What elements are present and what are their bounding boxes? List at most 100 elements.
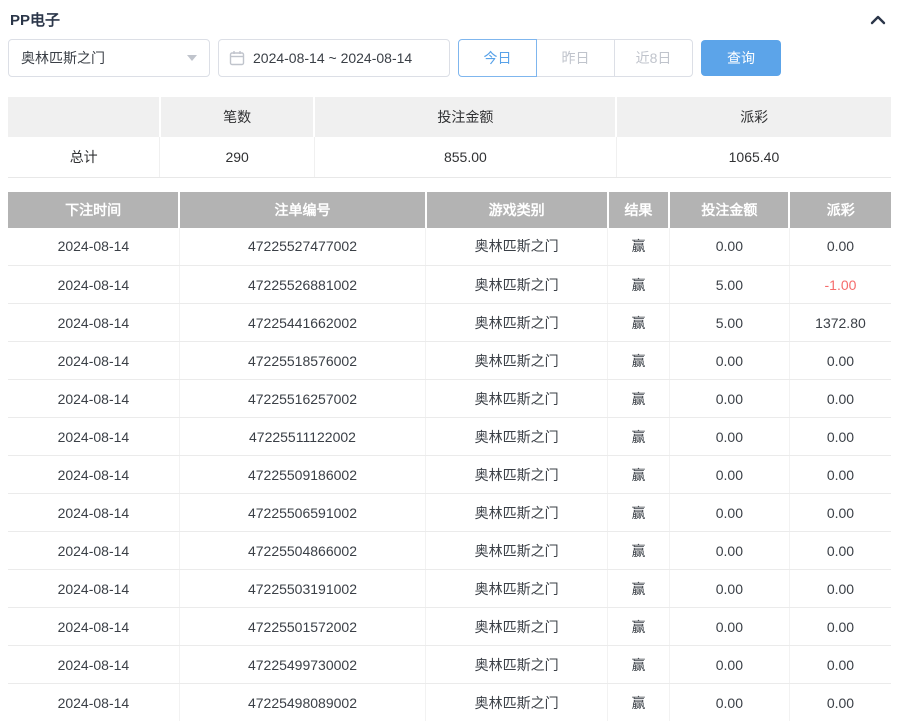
header-game-type: 游戏类别 [426, 192, 608, 228]
result-cell: 赢 [608, 418, 670, 456]
bet-time-cell: 2024-08-14 [8, 608, 179, 646]
bet-id-cell: 47225506591002 [179, 494, 425, 532]
payout-cell: 0.00 [789, 228, 891, 266]
game-type-cell: 奥林匹斯之门 [426, 304, 608, 342]
date-range-input[interactable]: 2024-08-14 ~ 2024-08-14 [218, 39, 450, 77]
game-select[interactable]: 奥林匹斯之门 [8, 39, 210, 77]
bet-time-cell: 2024-08-14 [8, 418, 179, 456]
header-bet-amount: 投注金额 [669, 192, 789, 228]
result-cell: 赢 [608, 570, 670, 608]
payout-cell: -1.00 [789, 266, 891, 304]
bet-amount-cell: 0.00 [669, 532, 789, 570]
query-button[interactable]: 查询 [701, 40, 781, 76]
bet-amount-cell: 0.00 [669, 494, 789, 532]
collapse-button[interactable] [867, 9, 889, 31]
result-cell: 赢 [608, 228, 670, 266]
game-type-cell: 奥林匹斯之门 [426, 646, 608, 684]
game-type-cell: 奥林匹斯之门 [426, 684, 608, 721]
chevron-up-icon [870, 15, 886, 25]
result-cell: 赢 [608, 532, 670, 570]
game-type-cell: 奥林匹斯之门 [426, 266, 608, 304]
bet-time-cell: 2024-08-14 [8, 646, 179, 684]
bet-id-cell: 47225509186002 [179, 456, 425, 494]
result-cell: 赢 [608, 456, 670, 494]
table-row: 2024-08-1447225526881002奥林匹斯之门赢5.00-1.00 [8, 266, 891, 304]
bet-time-cell: 2024-08-14 [8, 570, 179, 608]
game-type-cell: 奥林匹斯之门 [426, 380, 608, 418]
table-row: 2024-08-1447225518576002奥林匹斯之门赢0.000.00 [8, 342, 891, 380]
header-bet-id: 注单编号 [179, 192, 425, 228]
payout-cell: 0.00 [789, 608, 891, 646]
payout-cell: 0.00 [789, 494, 891, 532]
table-row: 2024-08-1447225511122002奥林匹斯之门赢0.000.00 [8, 418, 891, 456]
bet-time-cell: 2024-08-14 [8, 494, 179, 532]
chevron-down-icon [187, 55, 197, 61]
header-payout: 派彩 [789, 192, 891, 228]
bet-records-table: 下注时间 注单编号 游戏类别 结果 投注金额 派彩 2024-08-144722… [8, 192, 891, 721]
game-type-cell: 奥林匹斯之门 [426, 532, 608, 570]
game-type-cell: 奥林匹斯之门 [426, 228, 608, 266]
table-row: 2024-08-1447225441662002奥林匹斯之门赢5.001372.… [8, 304, 891, 342]
payout-cell: 0.00 [789, 456, 891, 494]
game-type-cell: 奥林匹斯之门 [426, 418, 608, 456]
result-cell: 赢 [608, 494, 670, 532]
summary-total-payout: 1065.40 [616, 137, 891, 177]
bet-amount-cell: 0.00 [669, 342, 789, 380]
table-row: 2024-08-1447225506591002奥林匹斯之门赢0.000.00 [8, 494, 891, 532]
header-bet-time: 下注时间 [8, 192, 179, 228]
quick-date-button-group: 今日 昨日 近8日 [458, 39, 693, 77]
summary-header-count: 笔数 [160, 97, 315, 137]
result-cell: 赢 [608, 684, 670, 721]
result-cell: 赢 [608, 304, 670, 342]
payout-cell: 0.00 [789, 646, 891, 684]
bet-table-body: 2024-08-1447225527477002奥林匹斯之门赢0.000.002… [8, 228, 891, 721]
header-result: 结果 [608, 192, 670, 228]
bet-time-cell: 2024-08-14 [8, 684, 179, 721]
bet-time-cell: 2024-08-14 [8, 380, 179, 418]
payout-cell: 0.00 [789, 532, 891, 570]
bet-id-cell: 47225518576002 [179, 342, 425, 380]
bet-id-cell: 47225498089002 [179, 684, 425, 721]
result-cell: 赢 [608, 380, 670, 418]
summary-header-payout: 派彩 [616, 97, 891, 137]
result-cell: 赢 [608, 608, 670, 646]
bet-id-cell: 47225511122002 [179, 418, 425, 456]
table-row: 2024-08-1447225509186002奥林匹斯之门赢0.000.00 [8, 456, 891, 494]
result-cell: 赢 [608, 646, 670, 684]
date-range-value: 2024-08-14 ~ 2024-08-14 [253, 50, 412, 66]
today-button[interactable]: 今日 [458, 39, 537, 77]
bet-amount-cell: 5.00 [669, 304, 789, 342]
pp-electronic-panel: PP电子 奥林匹斯之门 2024-08-14 ~ 2 [0, 0, 899, 721]
filter-bar: 奥林匹斯之门 2024-08-14 ~ 2024-08-14 今日 昨日 近8日… [8, 39, 891, 77]
bet-amount-cell: 0.00 [669, 418, 789, 456]
table-row: 2024-08-1447225516257002奥林匹斯之门赢0.000.00 [8, 380, 891, 418]
summary-table: 笔数 投注金额 派彩 总计 290 855.00 1065.40 [8, 97, 891, 178]
bet-id-cell: 47225504866002 [179, 532, 425, 570]
bet-table-header-row: 下注时间 注单编号 游戏类别 结果 投注金额 派彩 [8, 192, 891, 228]
calendar-icon [229, 50, 245, 66]
bet-amount-cell: 0.00 [669, 380, 789, 418]
bet-id-cell: 47225441662002 [179, 304, 425, 342]
summary-total-row: 总计 290 855.00 1065.40 [8, 137, 891, 177]
last-8-days-button[interactable]: 近8日 [614, 39, 693, 77]
bet-time-cell: 2024-08-14 [8, 228, 179, 266]
game-type-cell: 奥林匹斯之门 [426, 608, 608, 646]
bet-time-cell: 2024-08-14 [8, 266, 179, 304]
summary-header-empty [8, 97, 160, 137]
table-row: 2024-08-1447225499730002奥林匹斯之门赢0.000.00 [8, 646, 891, 684]
bet-time-cell: 2024-08-14 [8, 456, 179, 494]
bet-id-cell: 47225526881002 [179, 266, 425, 304]
bet-time-cell: 2024-08-14 [8, 342, 179, 380]
page-title: PP电子 [10, 9, 60, 30]
yesterday-button[interactable]: 昨日 [536, 39, 615, 77]
summary-total-count: 290 [160, 137, 315, 177]
game-select-value: 奥林匹斯之门 [21, 48, 105, 68]
result-cell: 赢 [608, 266, 670, 304]
bet-amount-cell: 5.00 [669, 266, 789, 304]
game-type-cell: 奥林匹斯之门 [426, 342, 608, 380]
payout-cell: 1372.80 [789, 304, 891, 342]
summary-total-bet-amount: 855.00 [314, 137, 616, 177]
bet-id-cell: 47225501572002 [179, 608, 425, 646]
table-row: 2024-08-1447225527477002奥林匹斯之门赢0.000.00 [8, 228, 891, 266]
table-row: 2024-08-1447225498089002奥林匹斯之门赢0.000.00 [8, 684, 891, 721]
